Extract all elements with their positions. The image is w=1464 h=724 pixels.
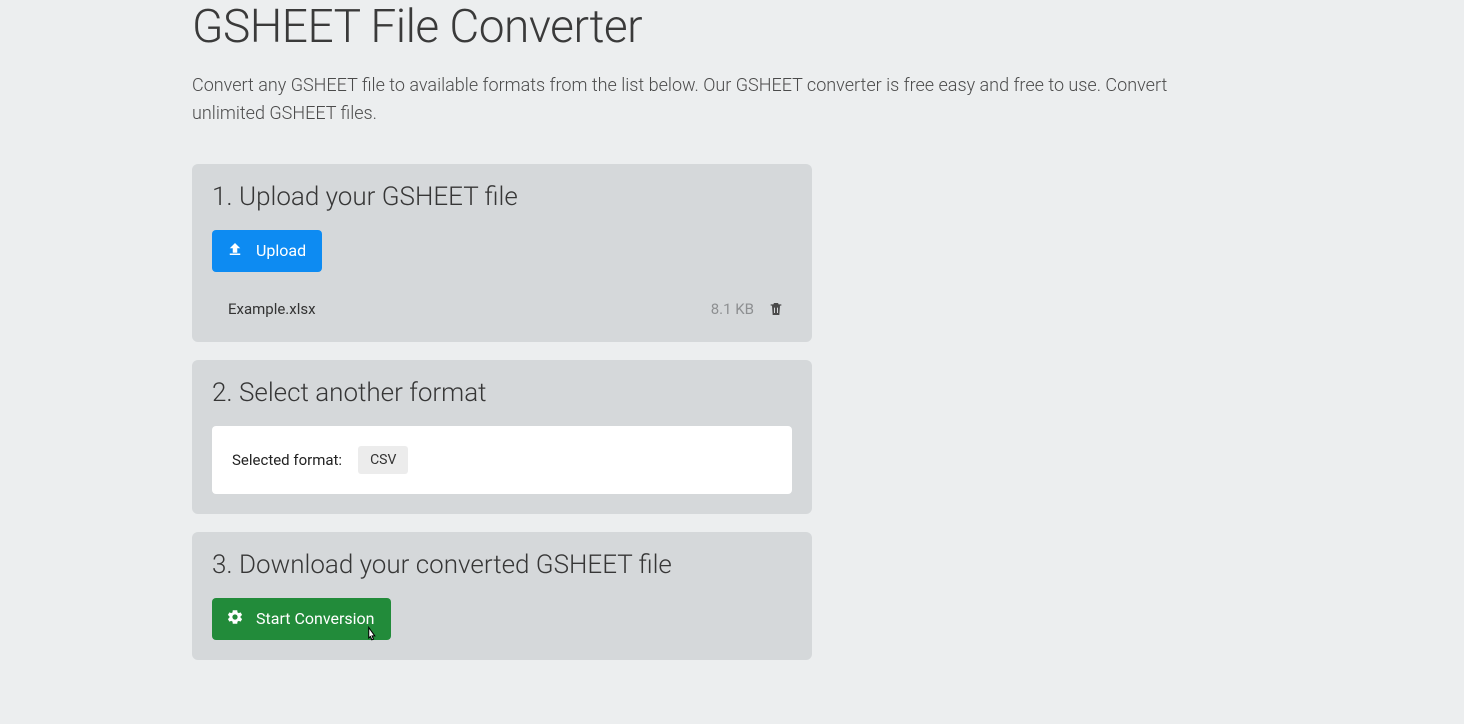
step3-panel: 3. Download your converted GSHEET file S…: [192, 532, 812, 660]
upload-button-label: Upload: [256, 241, 306, 260]
uploaded-file-row: Example.xlsx 8.1 KB: [212, 296, 792, 322]
file-size: 8.1 KB: [711, 300, 754, 318]
format-box: Selected format: CSV: [212, 426, 792, 494]
step1-title: 1. Upload your GSHEET file: [212, 182, 792, 212]
selected-format-label: Selected format:: [232, 451, 342, 469]
selected-format-badge[interactable]: CSV: [358, 446, 408, 474]
file-name: Example.xlsx: [228, 300, 711, 318]
trash-icon[interactable]: [768, 300, 784, 318]
page-description: Convert any GSHEET file to available for…: [192, 72, 1232, 128]
start-conversion-label: Start Conversion: [256, 609, 375, 628]
gear-icon: [226, 608, 244, 630]
step3-title: 3. Download your converted GSHEET file: [212, 550, 792, 580]
start-conversion-button[interactable]: Start Conversion: [212, 598, 391, 640]
step2-title: 2. Select another format: [212, 378, 792, 408]
upload-button[interactable]: Upload: [212, 230, 322, 272]
step2-panel: 2. Select another format Selected format…: [192, 360, 812, 514]
page-title: GSHEET File Converter: [192, 0, 1272, 54]
step1-panel: 1. Upload your GSHEET file Upload Exampl…: [192, 164, 812, 342]
upload-icon: [226, 240, 244, 262]
